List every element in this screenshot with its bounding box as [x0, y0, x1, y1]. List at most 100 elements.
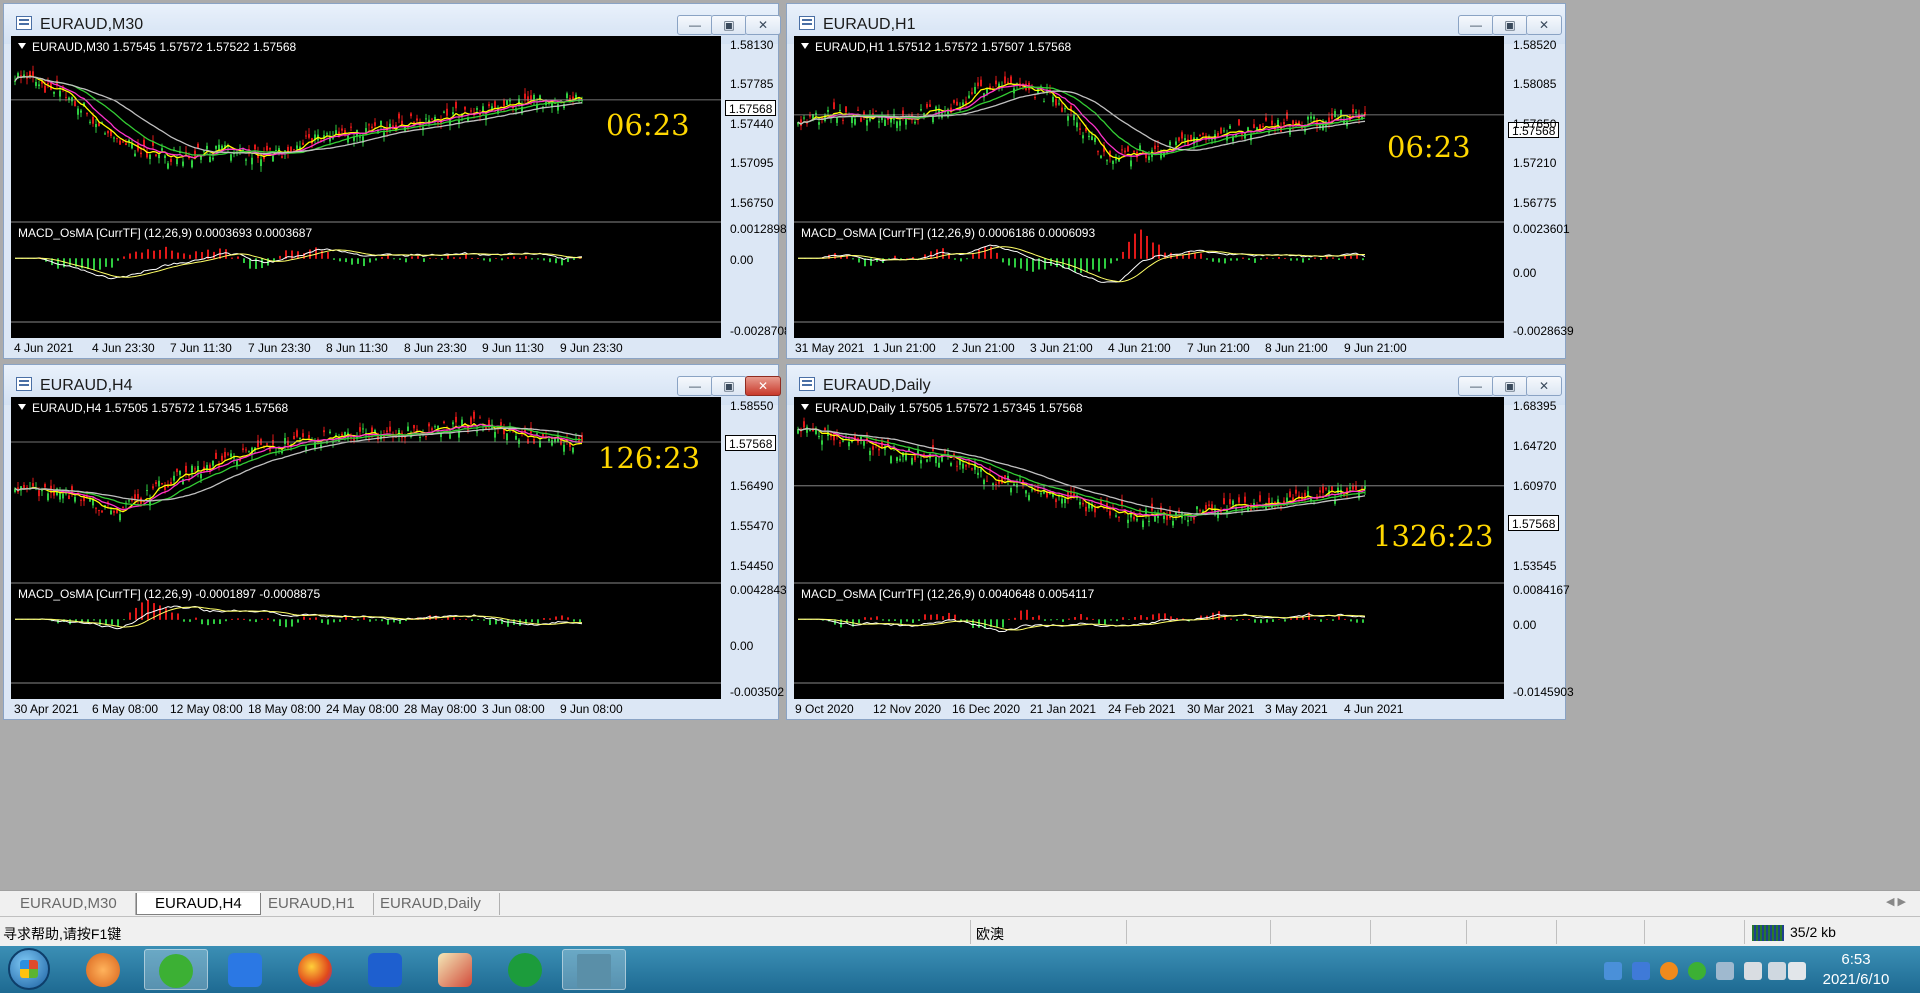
price-chart[interactable]	[794, 36, 1504, 338]
candle-body	[305, 135, 307, 137]
macd-histogram-bar	[477, 258, 479, 259]
candle-body	[155, 482, 157, 485]
taskbar-app-orange[interactable]	[72, 949, 136, 990]
candle-body	[1253, 124, 1255, 129]
candle-body	[266, 145, 268, 151]
candle-body	[437, 122, 439, 124]
macd-histogram-bar	[942, 616, 944, 620]
macd-histogram-bar	[297, 619, 299, 623]
macd-histogram-bar	[1026, 258, 1028, 271]
candle-body	[884, 119, 886, 126]
tab-euraud-h1[interactable]: EURAUD,H1	[250, 893, 374, 915]
macd-histogram-bar	[93, 619, 95, 621]
chart-window-daily[interactable]: EURAUD,Daily — ▣ ✕ EURAUD,Daily 1.57505 …	[786, 364, 1574, 720]
macd-histogram-bar	[345, 616, 347, 620]
shield-icon[interactable]	[1632, 962, 1650, 980]
macd-histogram-bar	[513, 256, 515, 259]
candle-countdown: 06:23	[606, 108, 690, 142]
wechat-tray-icon[interactable]	[1688, 962, 1706, 980]
candle-body	[1307, 116, 1309, 120]
usb-icon[interactable]	[1604, 962, 1622, 980]
macd-histogram-bar	[1278, 619, 1280, 620]
candle-body	[995, 484, 997, 486]
macd-label: MACD_OsMA [CurrTF] (12,26,9) 0.0006186 0…	[801, 226, 1096, 240]
candle-body	[965, 101, 967, 104]
tab-euraud-m30[interactable]: EURAUD,M30	[2, 893, 136, 915]
candle-body	[1043, 491, 1045, 494]
taskbar-app-paint[interactable]	[424, 949, 488, 990]
candle-body	[818, 436, 820, 438]
tab-euraud-daily[interactable]: EURAUD,Daily	[362, 893, 500, 915]
tab-scroll-arrows-icon[interactable]: ◀ ▶	[1886, 895, 1906, 908]
close-button[interactable]: ✕	[1526, 376, 1562, 396]
close-button[interactable]: ✕	[1526, 15, 1562, 35]
price-chart[interactable]	[11, 36, 721, 338]
macd-histogram-bar	[912, 619, 914, 623]
macd-y-axis-label: 0.00	[730, 253, 754, 267]
orange-tray-icon[interactable]	[1660, 962, 1678, 980]
macd-histogram-bar	[1248, 258, 1250, 260]
macd-histogram-bar	[1026, 609, 1028, 620]
macd-histogram-bar	[471, 257, 473, 259]
candle-body	[1304, 492, 1306, 498]
macd-histogram-bar	[201, 619, 203, 625]
macd-label: MACD_OsMA [CurrTF] (12,26,9) -0.0001897 …	[18, 587, 321, 601]
collapse-triangle-icon[interactable]	[801, 404, 809, 410]
taskbar-clock[interactable]: 6:53 2021/6/10	[1806, 950, 1906, 990]
network-tray-icon[interactable]	[1716, 962, 1734, 980]
volume-icon[interactable]	[1768, 962, 1786, 980]
signal-icon[interactable]	[1788, 962, 1806, 980]
chart-window-h4[interactable]: EURAUD,H4 — ▣ ✕ EURAUD,H4 1.57505 1.5757…	[3, 364, 787, 720]
chart-window-h1[interactable]: EURAUD,H1 — ▣ ✕ EURAUD,H1 1.57512 1.5757…	[786, 3, 1574, 359]
candle-body	[1028, 495, 1030, 501]
collapse-triangle-icon[interactable]	[18, 404, 26, 410]
candle-body	[869, 450, 871, 456]
restore-button[interactable]: ▣	[1492, 376, 1528, 396]
macd-histogram-bar	[363, 617, 365, 620]
candle-body	[194, 468, 196, 470]
macd-histogram-bar	[303, 616, 305, 620]
close-button[interactable]: ✕	[745, 376, 781, 396]
taskbar-app-pen[interactable]	[214, 949, 278, 990]
collapse-triangle-icon[interactable]	[18, 43, 26, 49]
candle-body	[1019, 479, 1021, 481]
macd-histogram-bar	[1302, 258, 1304, 263]
candle-body	[77, 108, 79, 115]
macd-histogram-bar	[387, 619, 389, 625]
restore-button[interactable]: ▣	[711, 376, 747, 396]
macd-histogram-bar	[1260, 258, 1262, 260]
candle-body	[1154, 145, 1156, 150]
restore-button[interactable]: ▣	[1492, 15, 1528, 35]
macd-histogram-bar	[1128, 619, 1130, 620]
candle-body	[983, 479, 985, 485]
candle-body	[1262, 126, 1264, 128]
taskbar-app-green[interactable]	[494, 949, 558, 990]
macd-histogram-bar	[111, 619, 113, 625]
macd-histogram-bar	[549, 258, 551, 263]
macd-histogram-bar	[183, 619, 185, 622]
collapse-triangle-icon[interactable]	[801, 43, 809, 49]
minimize-button[interactable]: —	[677, 15, 713, 35]
taskbar-app-lanhu[interactable]	[354, 949, 418, 990]
macd-histogram-bar	[123, 619, 125, 621]
candle-body	[1037, 488, 1039, 490]
minimize-button[interactable]: —	[1458, 15, 1494, 35]
candle-body	[164, 155, 166, 159]
x-axis-label: 7 Jun 23:30	[248, 341, 311, 355]
tab-euraud-h4[interactable]: EURAUD,H4	[136, 893, 261, 915]
minimize-button[interactable]: —	[1458, 376, 1494, 396]
x-axis-label: 24 Feb 2021	[1108, 702, 1176, 716]
candle-body	[1079, 128, 1081, 130]
taskbar-app-wechat[interactable]	[144, 949, 208, 990]
start-orb-icon[interactable]	[8, 948, 50, 990]
minimize-button[interactable]: —	[677, 376, 713, 396]
restore-button[interactable]: ▣	[711, 15, 747, 35]
candle-body	[92, 116, 94, 124]
taskbar-app-mt4[interactable]	[562, 949, 626, 990]
taskbar-app-firefox[interactable]	[284, 949, 348, 990]
close-button[interactable]: ✕	[745, 15, 781, 35]
macd-histogram-bar	[567, 617, 569, 620]
chart-window-m30[interactable]: EURAUD,M30 — ▣ ✕ EURAUD,M30 1.57545 1.57…	[3, 3, 791, 359]
flag-icon[interactable]	[1744, 962, 1762, 980]
candle-body	[1115, 515, 1117, 517]
